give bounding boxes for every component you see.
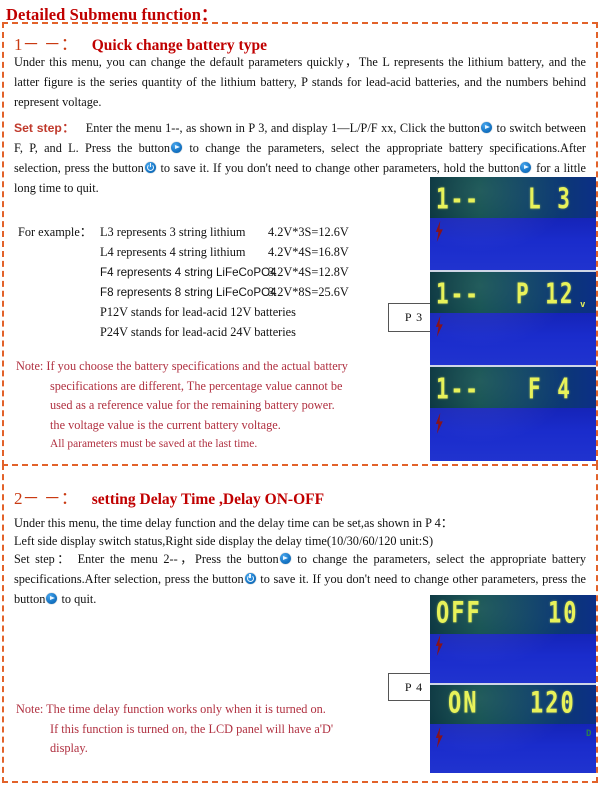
section-1-examples: For example： L3 represents 3 string lith… [18,222,418,350]
example-desc: F8 represents 8 string LiFeCoPO4 [100,286,277,299]
lcd-screen: ON 120 D [430,685,596,773]
example-desc: P12V stands for lead-acid 12V batteries [100,305,296,319]
list-item: F4 represents 4 string LiFeCoPO43.2V*4S=… [100,262,349,282]
play-button-icon[interactable] [171,142,183,153]
note-line: specifications are different, The percen… [50,378,343,393]
example-calc: 4.2V*4S=16.8V [268,245,349,259]
lcd-photo-stack-p4: OFF 10 ON 120 D [430,595,596,773]
note-line: the voltage value is the current battery… [50,417,281,432]
section-2-heading: 2－ －： setting Delay Time ,Delay ON-OFF [14,484,324,509]
example-calc: 3.2V*4S=12.8V [268,265,349,279]
section-1-intro: Under this menu, you can change the defa… [14,55,586,109]
section-1-setstep-text-4: to save it. If you don't need to change … [160,161,520,175]
lcd-photo-stack-p3: 1-- L 3 1-- P 12 v 1-- F 4 [430,177,596,461]
section-1-setstep-label: Set step： [14,121,75,135]
lcd-left-value: OFF [436,597,482,631]
document-page: Detailed Submenu function： 1－ －： Quick ch… [0,0,600,785]
list-item: F8 represents 8 string LiFeCoPO43.2V*8S=… [100,282,349,302]
example-calc: 4.2V*3S=12.6V [268,225,349,239]
list-item: L3 represents 3 string lithium 4.2V*3S=12… [100,222,349,242]
note-line: display. [50,741,88,755]
play-button-icon[interactable] [46,593,58,604]
note-line: All parameters must be saved at the last… [50,438,258,450]
section-2-title: setting Delay Time ,Delay ON-OFF [91,491,325,508]
play-button-icon[interactable] [480,122,492,133]
example-label: For example： [18,225,93,239]
section-2-setstep-text-4: to quit. [61,592,97,606]
section-1-setstep-text-1: Enter the menu 1--, as shown in P 3, and… [85,121,480,135]
note-line: If this function is turned on, the LCD p… [50,721,334,736]
lcd-left-value: 1-- [436,278,480,311]
lcd-right-value: P 12 [516,278,575,311]
lcd-screen: OFF 10 [430,595,596,683]
lcd-right-value: 120 [530,687,576,721]
example-desc: L4 represents 4 string lithium [100,245,246,259]
lcd-right-value: F 4 [528,373,572,406]
list-item: P24V stands for lead-acid 24V batteries [100,322,349,342]
note-line: Note: If you choose the battery specific… [16,359,348,373]
section-1-note: Note: If you choose the battery specific… [16,357,436,455]
lcd-delay-indicator: D [586,729,592,739]
lcd-left-value: ON [448,687,479,721]
section-2-setstep-text-1: Enter the menu 2--，Press the button [77,552,279,566]
example-desc: P24V stands for lead-acid 24V batteries [100,325,296,339]
lcd-right-value: 10 [548,597,579,631]
lcd-screen: 1-- P 12 v [430,272,596,365]
example-rows: L3 represents 3 string lithium 4.2V*3S=12… [100,222,349,342]
lcd-left-value: 1-- [436,373,480,406]
section-2-setstep-label: Set step： [14,552,73,566]
note-line: used as a reference value for the remain… [50,398,335,412]
section-2-number: 2－ －： [14,489,78,508]
example-desc: F4 represents 4 string LiFeCoPO4 [100,266,277,279]
lcd-right-value: L 3 [528,183,572,216]
list-item: L4 represents 4 string lithium 4.2V*4S=16… [100,242,349,262]
lcd-unit-indicator: v [580,300,586,310]
power-button-icon[interactable] [144,162,156,173]
section-2-line-2: Left side display switch status,Right si… [14,534,434,548]
lcd-left-value: 1-- [436,183,480,216]
play-button-icon[interactable] [520,162,532,173]
section-2-line-1: Under this menu, the time delay function… [14,516,454,530]
lcd-screen: 1-- F 4 [430,367,596,461]
power-button-icon[interactable] [244,573,256,584]
list-item: P12V stands for lead-acid 12V batteries [100,302,349,322]
lcd-screen: 1-- L 3 [430,177,596,270]
play-button-icon[interactable] [279,553,291,564]
section-2-note: Note: The time delay function works only… [16,700,436,759]
example-calc: 3.2V*8S=25.6V [268,285,349,299]
example-desc: L3 represents 3 string lithium [100,225,246,239]
note-line: Note: The time delay function works only… [16,702,326,716]
